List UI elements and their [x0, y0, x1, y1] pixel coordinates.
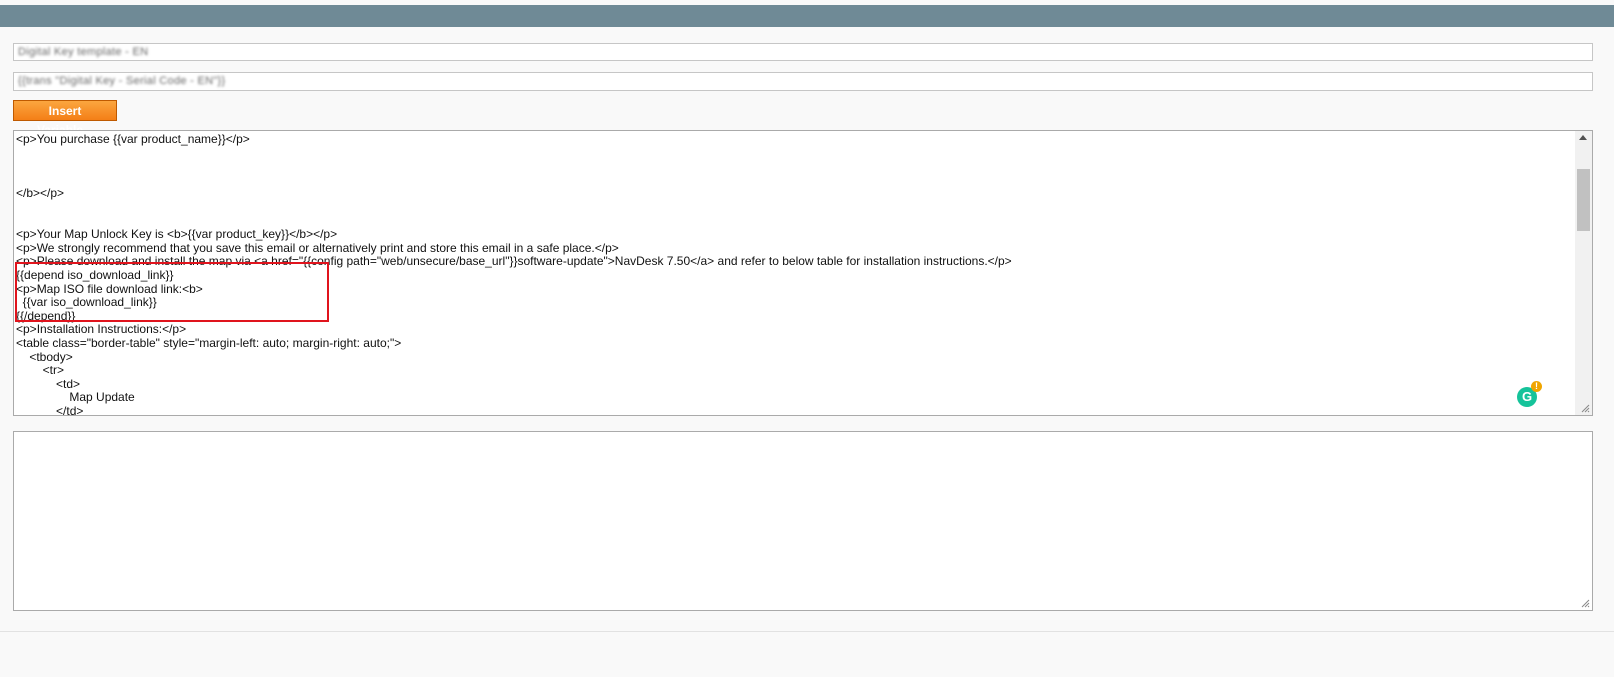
code-line: <td>	[16, 376, 81, 391]
vertical-scrollbar[interactable]	[1575, 131, 1592, 415]
code-line: <p>Please download and install the map v…	[16, 254, 1012, 269]
code-line: <p>Installation Instructions:</p>	[16, 322, 187, 337]
code-line: <tr>	[16, 363, 65, 378]
resize-grip-icon[interactable]	[1580, 403, 1590, 413]
code-line: {{depend iso_download_link}}	[16, 267, 174, 282]
template-name-input[interactable]: Digital Key template - EN	[13, 43, 1593, 61]
code-line: </b></p>	[16, 186, 65, 201]
header-bar	[0, 5, 1614, 27]
code-line: <table class="border-table" style="margi…	[16, 335, 402, 350]
code-line: <tbody>	[16, 349, 73, 364]
resize-grip-icon[interactable]	[1580, 598, 1590, 608]
scroll-up-arrow-icon[interactable]	[1579, 135, 1587, 140]
code-line: {{/depend}}	[16, 308, 76, 323]
template-content-code: <p>You purchase {{var product_name}}</p>…	[16, 132, 1556, 416]
code-line: <p>Your Map Unlock Key is <b>{{var produ…	[16, 227, 338, 242]
code-line: </td>	[16, 403, 84, 416]
code-line: <p>We strongly recommend that you save t…	[16, 240, 619, 255]
code-line: {{var iso_download_link}}	[16, 295, 157, 310]
scroll-thumb[interactable]	[1577, 169, 1590, 231]
code-line: <p>You purchase {{var product_name}}</p>	[16, 132, 250, 146]
grammarly-alert-badge: !	[1531, 381, 1542, 392]
code-line: Map Update	[16, 390, 135, 405]
email-template-editor-page: Digital Key template - EN {{trans "Digit…	[0, 0, 1614, 677]
insert-variable-button[interactable]: Insert Variable...	[13, 100, 117, 137]
template-content-textarea[interactable]: <p>You purchase {{var product_name}}</p>…	[13, 130, 1593, 416]
divider	[0, 631, 1614, 632]
code-line: <p>Map ISO file download link:<b>	[16, 281, 203, 296]
template-subject-input[interactable]: {{trans "Digital Key - Serial Code - EN"…	[13, 72, 1593, 91]
template-styles-textarea[interactable]	[13, 431, 1593, 611]
template-subject-value: {{trans "Digital Key - Serial Code - EN"…	[18, 75, 226, 87]
template-name-value: Digital Key template - EN	[18, 46, 149, 58]
